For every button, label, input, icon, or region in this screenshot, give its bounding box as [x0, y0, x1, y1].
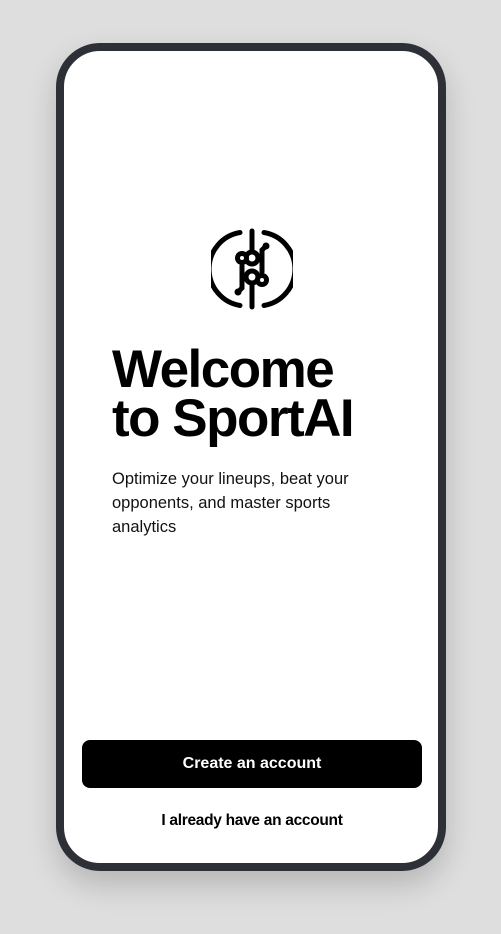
welcome-subtitle: Optimize your lineups, beat your opponen…: [112, 470, 349, 536]
welcome-title: Welcome to SportAI: [112, 340, 355, 448]
create-account-button[interactable]: Create an account: [82, 740, 422, 788]
phone-frame: Welcome to SportAI Optimize your lineups…: [56, 43, 446, 871]
sportai-logo-icon: [211, 228, 293, 310]
existing-account-button[interactable]: I already have an account: [82, 807, 422, 835]
